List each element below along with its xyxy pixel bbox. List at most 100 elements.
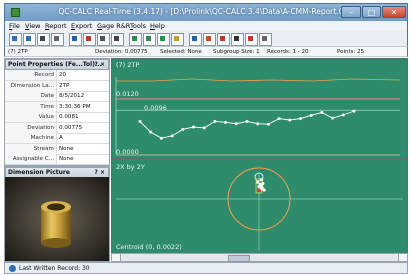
pause-icon bbox=[192, 36, 197, 41]
funnel-icon bbox=[114, 36, 119, 41]
property-row[interactable]: Value 0.0081 bbox=[5, 112, 109, 123]
grid-icon bbox=[146, 36, 151, 41]
menu-file[interactable]: File bbox=[9, 22, 20, 30]
print-button[interactable] bbox=[37, 33, 50, 46]
preview-icon bbox=[54, 36, 59, 41]
data-point bbox=[234, 122, 238, 126]
property-key: Assignable C... bbox=[5, 154, 57, 164]
dimension-picture-panel: Dimension Picture ? × bbox=[4, 166, 110, 262]
panel-close-button[interactable]: ? × bbox=[94, 60, 105, 69]
scatter-point bbox=[258, 182, 262, 187]
settings-button[interactable] bbox=[259, 33, 272, 46]
deviation-readout: Deviation: 0.00775 bbox=[95, 48, 148, 55]
info-icon bbox=[9, 265, 16, 272]
list-button[interactable] bbox=[171, 33, 184, 46]
menu-tools[interactable]: Tools bbox=[130, 22, 146, 30]
minimize-button[interactable]: – bbox=[341, 6, 361, 18]
run-chart-svg[interactable] bbox=[112, 59, 407, 167]
table-button[interactable] bbox=[129, 33, 142, 46]
horizontal-scrollbar[interactable] bbox=[111, 253, 408, 262]
data-point bbox=[149, 130, 153, 134]
chart-icon bbox=[72, 36, 77, 41]
help-icon bbox=[220, 36, 225, 41]
panel-title: Point Properties (Fe...Tol)... bbox=[8, 61, 102, 68]
property-key: Machine bbox=[5, 133, 57, 143]
open-button[interactable] bbox=[9, 33, 22, 46]
record-button[interactable] bbox=[83, 33, 96, 46]
scroll-thumb[interactable] bbox=[228, 255, 250, 262]
pause-button[interactable] bbox=[189, 33, 202, 46]
property-row[interactable]: Stream None bbox=[5, 143, 109, 155]
chart-button[interactable] bbox=[69, 33, 82, 46]
scroll-left-arrow[interactable] bbox=[112, 254, 121, 261]
green-chart-button[interactable] bbox=[157, 33, 170, 46]
menu-export[interactable]: Export bbox=[71, 22, 92, 30]
export-icon bbox=[234, 36, 239, 41]
preview-button[interactable] bbox=[51, 33, 64, 46]
run-chart-panel[interactable]: (7) 2TP 0.0120 0.0096 0.0000 bbox=[111, 58, 408, 168]
property-value: A bbox=[59, 135, 63, 141]
close-button[interactable]: ✕ bbox=[382, 6, 406, 18]
grid-button[interactable] bbox=[143, 33, 156, 46]
property-row[interactable]: Record 20 bbox=[5, 70, 109, 81]
property-row[interactable]: Time 3:30:36 PM bbox=[5, 101, 109, 113]
tools-button[interactable] bbox=[203, 33, 216, 46]
save-button[interactable] bbox=[23, 33, 36, 46]
funnel-button[interactable] bbox=[111, 33, 124, 46]
records-readout: Records: 1 - 20 bbox=[267, 48, 309, 55]
limit-label: 0.0120 bbox=[116, 90, 139, 98]
property-row[interactable]: Deviation 0.00775 bbox=[5, 122, 109, 134]
export-button[interactable] bbox=[231, 33, 244, 46]
menu-help[interactable]: Help bbox=[150, 22, 165, 30]
data-point bbox=[299, 117, 302, 121]
data-point bbox=[341, 113, 345, 117]
point-properties-panel: Point Properties (Fe...Tol)... ? × Recor… bbox=[4, 58, 110, 166]
filter-icon bbox=[100, 36, 105, 41]
bars-icon bbox=[248, 36, 253, 41]
property-row[interactable]: Assignable C... None bbox=[5, 154, 109, 165]
data-point bbox=[159, 136, 163, 140]
toolbar bbox=[4, 31, 408, 47]
part-photo bbox=[5, 177, 109, 261]
data-series-line bbox=[139, 110, 355, 139]
data-point bbox=[202, 126, 206, 130]
menu-gage-rr[interactable]: Gage R&R bbox=[97, 22, 130, 30]
scatter-chart-panel[interactable]: 2X by 2Y Centroid (0, 0.0022) bbox=[111, 158, 408, 254]
list-icon bbox=[174, 36, 179, 41]
data-point bbox=[277, 117, 281, 121]
menu-report[interactable]: Report bbox=[45, 22, 67, 30]
print-icon bbox=[40, 36, 45, 41]
maximize-button[interactable]: □ bbox=[362, 6, 381, 18]
property-value: None bbox=[59, 156, 74, 162]
data-point bbox=[352, 109, 356, 113]
zero-label: 0.0000 bbox=[116, 148, 139, 156]
bars-button[interactable] bbox=[245, 33, 258, 46]
status-bar: Last Written Record: 30 bbox=[4, 262, 408, 274]
data-point bbox=[213, 119, 217, 123]
menu-view[interactable]: View bbox=[25, 22, 40, 30]
feature-status-line: (7) 2TP Deviation: 0.00775 Selected: Non… bbox=[4, 47, 408, 57]
subgroup-readout: Subgroup Size: 1 bbox=[213, 48, 260, 55]
points-readout: Points: 25 bbox=[337, 48, 365, 55]
scroll-right-arrow[interactable] bbox=[398, 254, 407, 261]
picture-close-button[interactable]: ? × bbox=[94, 168, 105, 177]
tools-icon bbox=[206, 36, 211, 41]
property-row[interactable]: Dimension La... 2TP bbox=[5, 80, 109, 92]
data-point bbox=[331, 116, 335, 120]
properties-grid: Record 20 Dimension La... 2TP Date 8/5/2012 Ti… bbox=[5, 70, 109, 166]
filter-button[interactable] bbox=[97, 33, 110, 46]
property-key: Deviation bbox=[5, 122, 57, 133]
title-bar[interactable]: QC-CALC Real-Time (3.4.17) - [D:\Prolink… bbox=[4, 3, 408, 21]
data-point bbox=[256, 122, 260, 126]
status-text: Last Written Record: 30 bbox=[19, 265, 90, 272]
data-point bbox=[288, 118, 292, 122]
property-row[interactable]: Machine A bbox=[5, 133, 109, 144]
data-point bbox=[266, 122, 270, 126]
centroid-marker bbox=[257, 188, 261, 193]
property-row[interactable]: Date 8/5/2012 bbox=[5, 91, 109, 102]
scatter-chart-svg[interactable] bbox=[112, 159, 407, 253]
panel-header[interactable]: Point Properties (Fe...Tol)... ? × bbox=[5, 59, 109, 70]
property-value: 0.00775 bbox=[59, 124, 83, 131]
picture-title: Dimension Picture bbox=[8, 169, 70, 176]
help-button[interactable] bbox=[217, 33, 230, 46]
